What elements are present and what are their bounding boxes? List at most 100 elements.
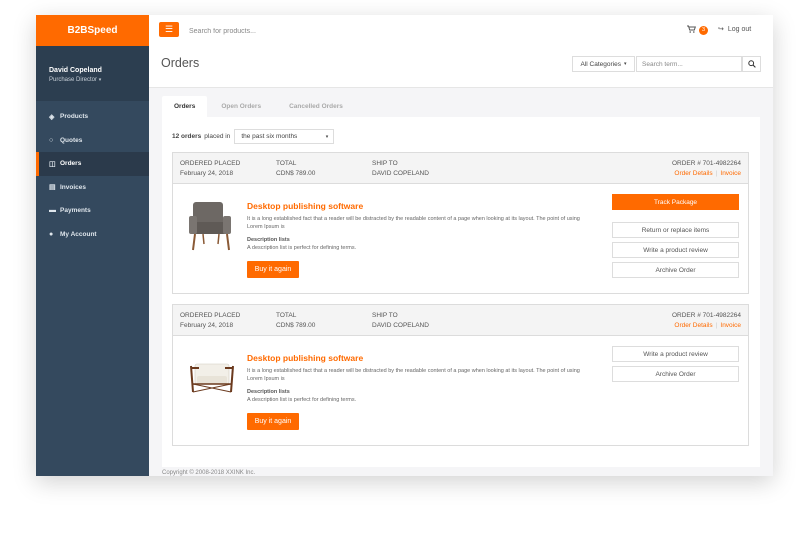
invoice-link[interactable]: Invoice xyxy=(720,322,741,329)
sidebar-item-label: Quotes xyxy=(60,136,83,144)
order-card: ORDERED PLACED February 24, 2018 TOTAL C… xyxy=(172,152,749,294)
caret-down-icon: ▾ xyxy=(98,77,102,83)
logout-link[interactable]: ↪ Log out xyxy=(718,25,751,33)
order-placed-date: February 24, 2018 xyxy=(180,170,234,177)
orders-panel: 12 orders placed in the past six months … xyxy=(162,117,760,467)
order-total-label: TOTAL xyxy=(276,312,297,319)
ship-to-label: SHIP TO xyxy=(372,160,398,167)
sidebar-item-label: Orders xyxy=(60,160,82,168)
period-select[interactable]: the past six months ▾ xyxy=(234,129,335,144)
order-number-col: ORDER # 701-4982264 Order Details | Invoic… xyxy=(672,159,741,179)
order-total-col: TOTAL CDN$ 789.00 xyxy=(276,311,315,331)
order-total-value: CDN$ 789.00 xyxy=(276,322,316,329)
search-button[interactable] xyxy=(742,56,761,72)
caret-down-icon: ▾ xyxy=(623,61,627,67)
order-tabs: Orders Open Orders Cancelled Orders xyxy=(162,96,357,117)
top-bar: ☰ 3 ↪Log out xyxy=(149,15,773,47)
sidebar-item-orders[interactable]: ◫ Orders xyxy=(36,152,149,176)
category-select[interactable]: All Categories ▾ xyxy=(572,56,635,72)
sidebar-nav: ◈ Products ○ Quotes ◫ Orders ▤ Invoices … xyxy=(36,105,149,246)
invoice-icon: ▤ xyxy=(49,184,56,192)
sidebar-item-label: My Account xyxy=(60,230,97,238)
sidebar-item-label: Products xyxy=(60,113,89,121)
sidebar: B2BSpeed David Copeland Purchase Directo… xyxy=(36,15,149,476)
user-role-label: Purchase Director xyxy=(49,77,98,83)
sidebar-item-products[interactable]: ◈ Products xyxy=(36,105,149,129)
cart-button[interactable]: 3 xyxy=(687,25,708,35)
placed-in-label: placed in xyxy=(204,133,231,140)
write-review-button[interactable]: Write a product review xyxy=(612,346,739,362)
product-description: It is a long established fact that a rea… xyxy=(247,216,580,230)
link-separator: | xyxy=(715,322,718,329)
user-profile[interactable]: David Copeland Purchase Director ▾ xyxy=(36,46,149,101)
order-links: Order Details | Invoice xyxy=(672,321,741,331)
write-review-button[interactable]: Write a product review xyxy=(612,242,739,258)
order-count: 12 orders xyxy=(172,133,202,140)
tag-icon: ◈ xyxy=(49,113,55,121)
order-card-header: ORDERED PLACED February 24, 2018 TOTAL C… xyxy=(173,305,748,336)
order-number: ORDER # 701-4982264 xyxy=(671,312,741,319)
order-ship-col: SHIP TO DAVID COPELAND xyxy=(372,311,429,331)
search-icon xyxy=(747,55,756,73)
buy-again-button[interactable]: Buy it again xyxy=(247,413,299,430)
tab-cancelled-orders[interactable]: Cancelled Orders xyxy=(275,96,357,117)
order-placed-label: ORDERED PLACED xyxy=(180,160,241,167)
description-heading: Description lists xyxy=(247,389,290,395)
sidebar-item-payments[interactable]: ▬ Payments xyxy=(36,199,149,223)
order-ship-col: SHIP TO DAVID COPELAND xyxy=(372,159,429,179)
product-search-input[interactable] xyxy=(187,23,391,39)
logout-label: Log out xyxy=(727,26,752,33)
description-text: A description list is perfect for defini… xyxy=(247,397,357,403)
brand-logo[interactable]: B2BSpeed xyxy=(36,15,149,46)
invoice-link[interactable]: Invoice xyxy=(720,170,741,177)
track-package-button[interactable]: Track Package xyxy=(612,194,739,210)
order-total-value: CDN$ 789.00 xyxy=(276,170,316,177)
user-name: David Copeland xyxy=(49,67,102,74)
order-placed-col: ORDERED PLACED February 24, 2018 xyxy=(180,159,240,179)
archive-order-button[interactable]: Archive Order xyxy=(612,366,739,382)
order-placed-label: ORDERED PLACED xyxy=(180,312,241,319)
archive-order-button[interactable]: Archive Order xyxy=(612,262,739,278)
order-total-col: TOTAL CDN$ 789.00 xyxy=(276,159,315,179)
description-text: A description list is perfect for defini… xyxy=(247,245,357,251)
circle-icon: ○ xyxy=(49,136,54,144)
user-role[interactable]: Purchase Director ▾ xyxy=(49,77,101,83)
sidebar-item-label: Invoices xyxy=(60,183,87,191)
product-description: It is a long established fact that a rea… xyxy=(247,368,580,382)
order-details-link[interactable]: Order Details xyxy=(674,170,712,177)
return-replace-button[interactable]: Return or replace items xyxy=(612,222,739,238)
buy-again-button[interactable]: Buy it again xyxy=(247,261,299,278)
wooden-armchair-image[interactable] xyxy=(185,348,239,406)
tab-orders[interactable]: Orders xyxy=(162,96,208,117)
sidebar-item-quotes[interactable]: ○ Quotes xyxy=(36,129,149,153)
order-total-label: TOTAL xyxy=(276,160,297,167)
product-title[interactable]: Desktop publishing software xyxy=(247,353,363,363)
tab-open-orders[interactable]: Open Orders xyxy=(207,96,275,117)
category-select-value: All Categories xyxy=(580,60,621,68)
period-select-value: the past six months xyxy=(241,133,298,140)
ship-to-label: SHIP TO xyxy=(372,312,398,319)
link-separator: | xyxy=(715,170,718,177)
page-title: Orders xyxy=(161,56,200,70)
menu-toggle-button[interactable]: ☰ xyxy=(159,22,179,37)
credit-card-icon: ▬ xyxy=(49,207,56,215)
order-card: ORDERED PLACED February 24, 2018 TOTAL C… xyxy=(172,304,749,446)
order-placed-col: ORDERED PLACED February 24, 2018 xyxy=(180,311,240,331)
sidebar-item-my-account[interactable]: ● My Account xyxy=(36,223,149,247)
product-title[interactable]: Desktop publishing software xyxy=(247,201,363,211)
order-card-header: ORDERED PLACED February 24, 2018 TOTAL C… xyxy=(173,153,748,184)
order-summary: 12 orders placed in the past six months … xyxy=(172,129,335,144)
search-term-input[interactable] xyxy=(636,56,742,72)
order-links: Order Details | Invoice xyxy=(672,169,741,179)
description-heading: Description lists xyxy=(247,237,290,243)
order-number-col: ORDER # 701-4982264 Order Details | Invoic… xyxy=(672,311,741,331)
sidebar-item-label: Payments xyxy=(60,207,91,215)
hamburger-icon: ☰ xyxy=(164,24,174,34)
ship-to-value: DAVID COPELAND xyxy=(372,322,429,329)
sidebar-item-invoices[interactable]: ▤ Invoices xyxy=(36,176,149,200)
page-header: Orders All Categories ▾ xyxy=(149,46,773,88)
armchair-image[interactable] xyxy=(185,196,239,254)
cart-icon xyxy=(687,25,696,35)
order-details-link[interactable]: Order Details xyxy=(674,322,712,329)
order-number: ORDER # 701-4982264 xyxy=(671,160,741,167)
